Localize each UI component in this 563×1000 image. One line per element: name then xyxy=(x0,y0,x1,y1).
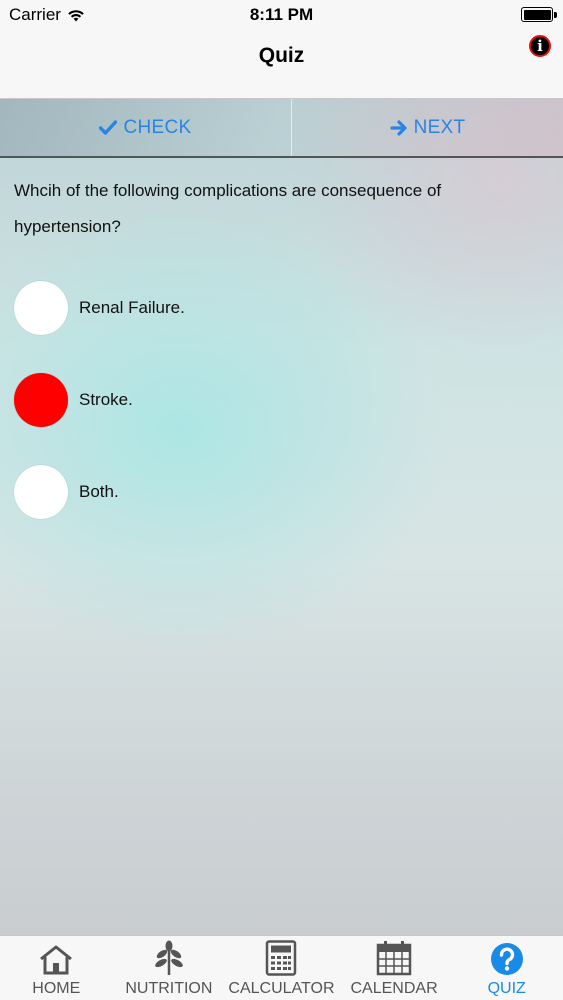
next-label: NEXT xyxy=(413,116,466,138)
info-icon[interactable]: i xyxy=(529,35,551,57)
answer-option[interactable]: Stroke. xyxy=(14,373,534,427)
tab-nutrition[interactable]: NUTRITION xyxy=(113,936,226,1000)
answer-label: Stroke. xyxy=(79,389,133,409)
question-icon xyxy=(490,943,523,975)
navigation-bar: Quiz i xyxy=(0,30,563,99)
tab-quiz[interactable]: QUIZ xyxy=(450,936,563,1000)
arrow-right-icon xyxy=(389,119,407,136)
calculator-icon xyxy=(266,940,297,976)
status-bar: Carrier 8:11 PM xyxy=(0,0,563,30)
calendar-icon xyxy=(376,941,412,976)
page-title: Quiz xyxy=(258,44,305,67)
tab-calendar[interactable]: CALENDAR xyxy=(338,936,451,1000)
tab-home[interactable]: HOME xyxy=(0,936,113,1000)
battery-icon xyxy=(521,7,557,22)
tab-label: NUTRITION xyxy=(125,980,213,997)
next-button[interactable]: NEXT xyxy=(292,99,563,156)
tab-label: CALENDAR xyxy=(350,980,438,997)
radio-button[interactable] xyxy=(14,373,68,427)
check-label: CHECK xyxy=(123,116,192,138)
radio-button[interactable] xyxy=(14,281,68,335)
tab-label: QUIZ xyxy=(487,980,526,997)
check-button[interactable]: CHECK xyxy=(0,99,291,156)
answer-option[interactable]: Both. xyxy=(14,465,534,519)
leaf-icon xyxy=(155,940,183,975)
home-icon xyxy=(40,945,73,975)
tab-calculator[interactable]: CALCULATOR xyxy=(225,936,338,1000)
answer-label: Renal Failure. xyxy=(79,297,185,317)
answer-label: Both. xyxy=(79,481,119,501)
radio-button[interactable] xyxy=(14,465,68,519)
tab-label: HOME xyxy=(32,980,81,997)
tab-label: CALCULATOR xyxy=(228,980,335,997)
quiz-content: CHECK NEXT Whcih of the following compli… xyxy=(0,99,563,935)
checkmark-icon xyxy=(99,120,118,135)
quiz-action-bar: CHECK NEXT xyxy=(0,99,563,158)
question-text: Whcih of the following complications are… xyxy=(14,181,442,236)
answer-option[interactable]: Renal Failure. xyxy=(14,281,534,335)
tab-bar: HOME NUTRITION CALCULATOR CALENDAR QUIZ xyxy=(0,935,563,1000)
status-time: 8:11 PM xyxy=(249,5,314,24)
